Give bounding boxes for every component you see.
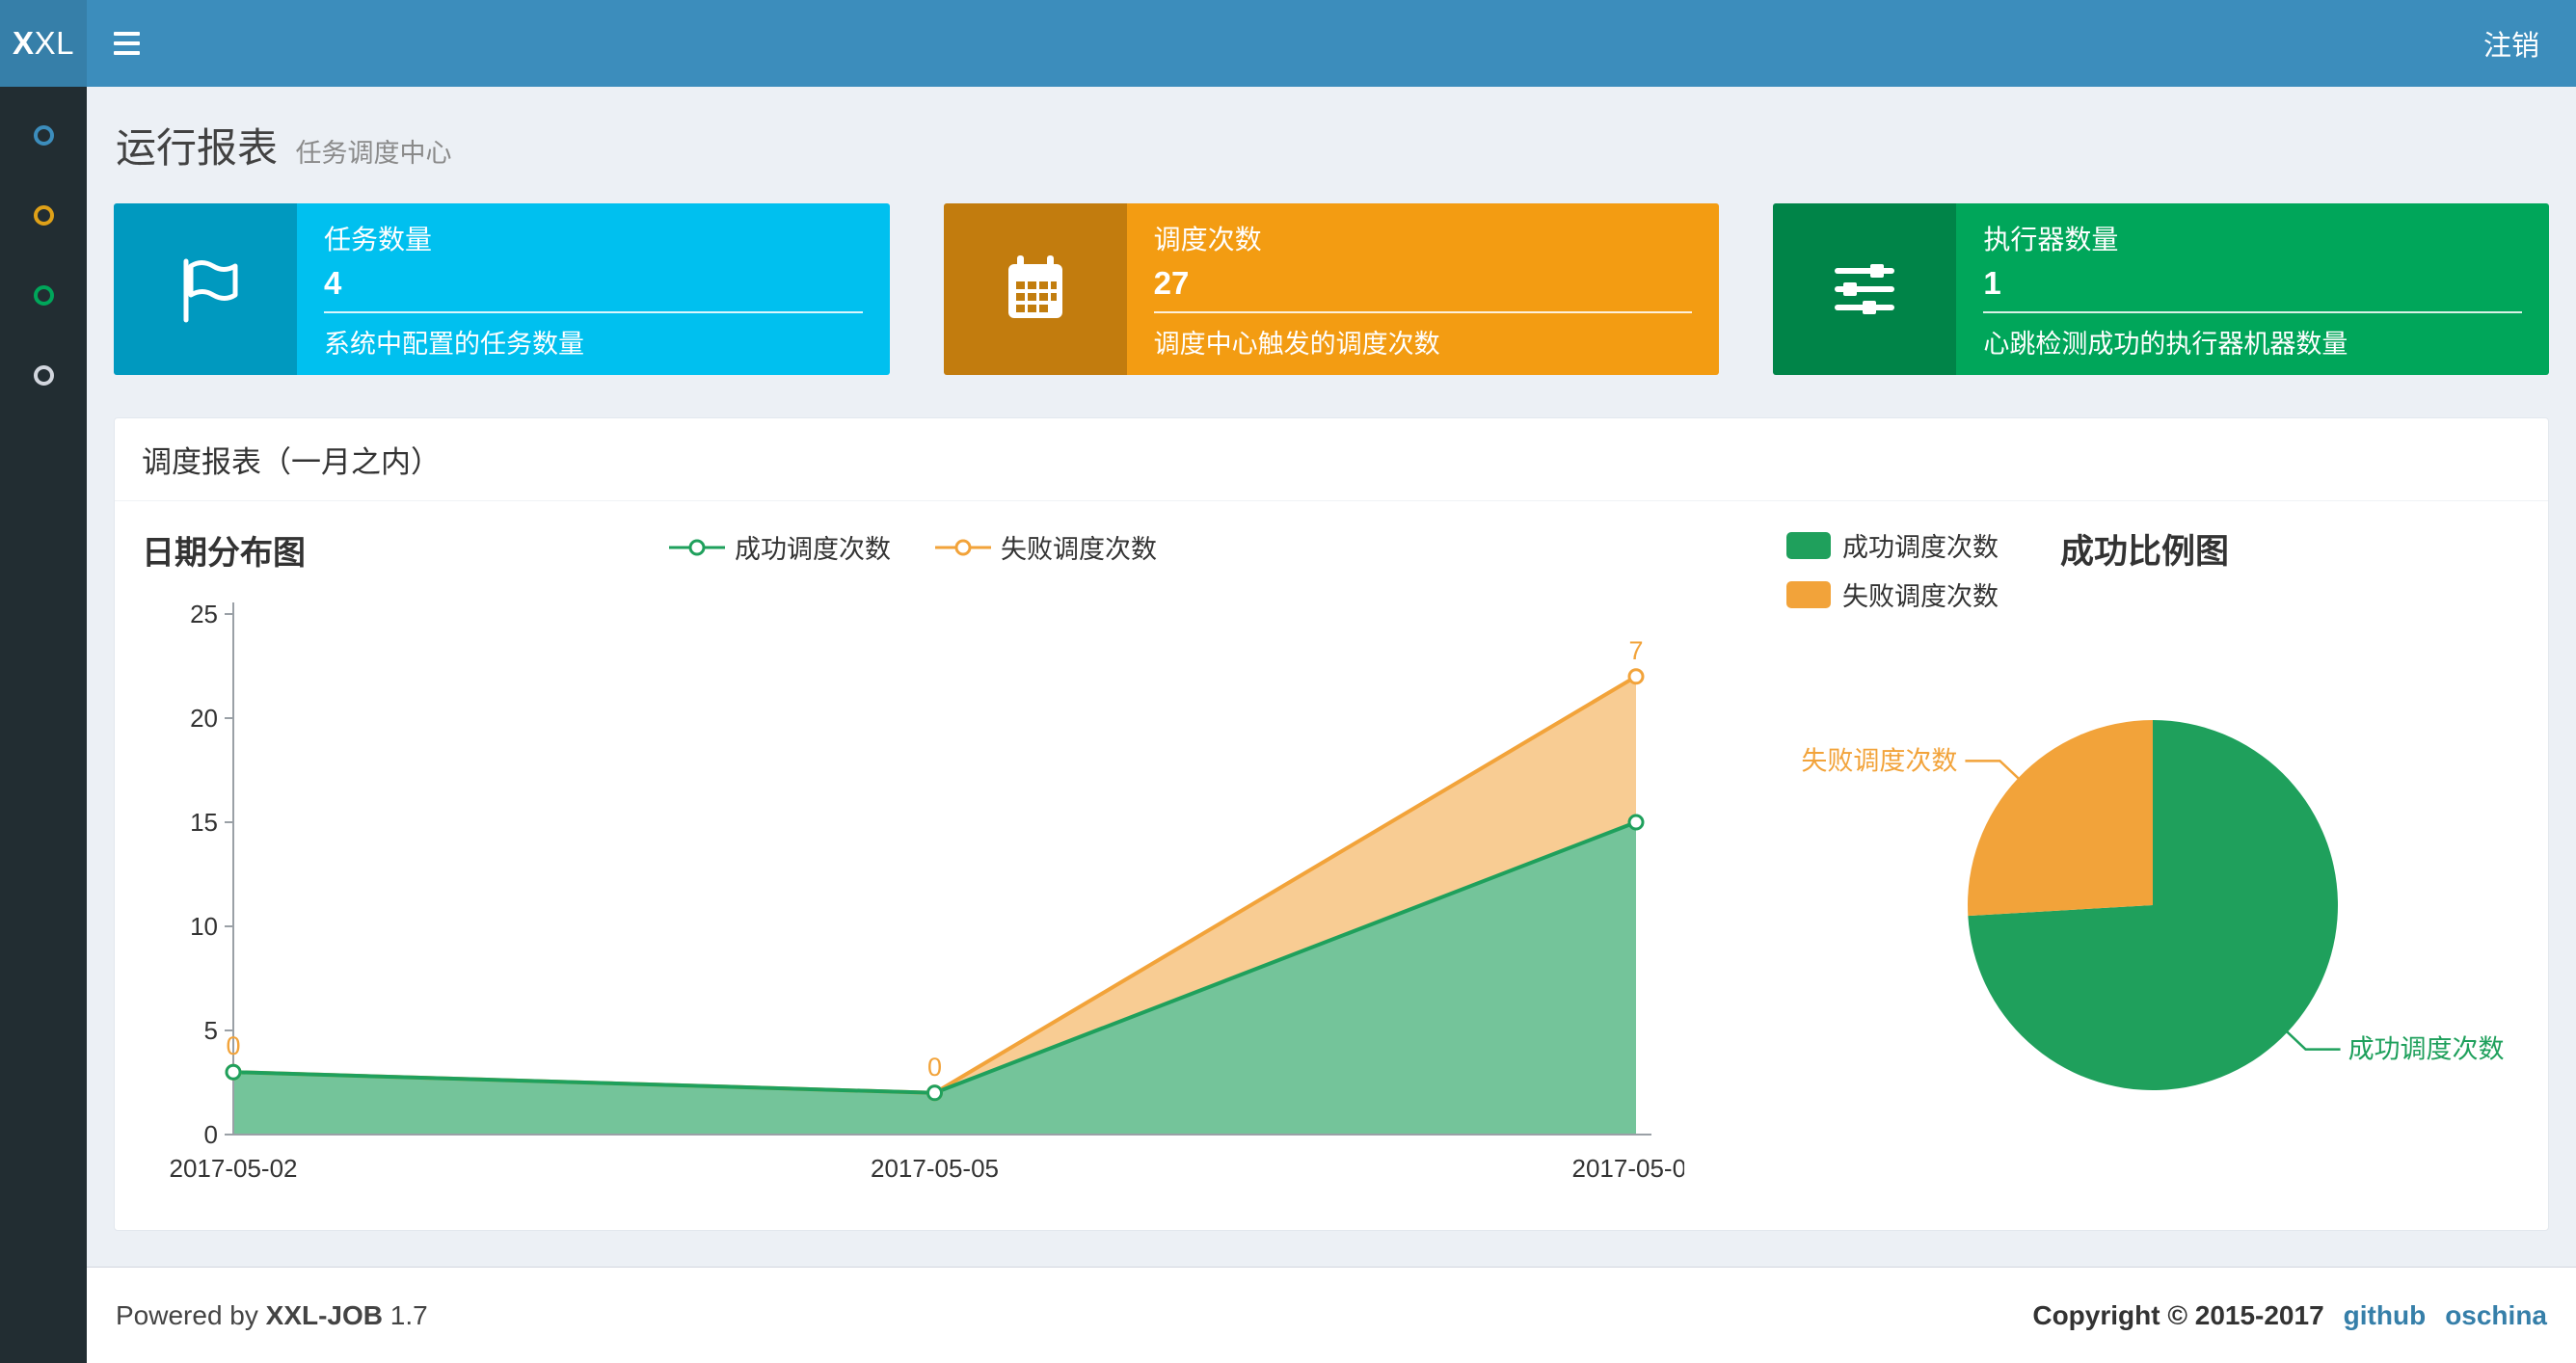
info-box-desc: 调度中心触发的调度次数	[1153, 330, 1440, 359]
page-title: 运行报表	[116, 125, 279, 171]
date-distribution-section: 日期分布图 成功调度次数 失败调度次数 0 5 10 15 20 25 2017…	[142, 526, 1742, 1195]
svg-text:2017-05-02: 2017-05-02	[170, 1154, 298, 1183]
svg-text:2017-05-05: 2017-05-05	[871, 1154, 999, 1183]
svg-text:0: 0	[226, 1031, 240, 1060]
info-box-jobs: 任务数量 4 系统中配置的任务数量	[114, 203, 890, 375]
github-link[interactable]: github	[2344, 1300, 2427, 1331]
main-area: 运行报表 任务调度中心 任务数量 4 系统中配置的任务数量 调度次数 27 调度…	[87, 87, 2576, 1363]
powered-by-text: Powered by XXL-JOB 1.7	[116, 1299, 428, 1330]
oschina-link[interactable]: oschina	[2445, 1300, 2547, 1331]
line-marker-icon	[935, 539, 991, 555]
logo-rest-part: XL	[34, 25, 74, 61]
sidebar-item-1[interactable]	[33, 125, 54, 146]
success-ratio-pie-chart: 成功调度次数 失败调度次数	[1801, 720, 2505, 1090]
hamburger-icon[interactable]	[87, 0, 166, 87]
legend-item-fail[interactable]: 失败调度次数	[935, 528, 1157, 566]
legend-swatch	[1786, 580, 1831, 608]
pie-chart-title: 成功比例图	[2060, 533, 2230, 571]
sidebar-item-2[interactable]	[33, 205, 54, 226]
navbar-spacer	[166, 0, 2447, 87]
legend-item-success[interactable]: 成功调度次数	[669, 528, 891, 566]
sliders-icon	[1773, 203, 1957, 375]
pie-legend: 成功调度次数 失败调度次数	[1786, 526, 1999, 613]
divider	[1153, 311, 1693, 313]
footer: Powered by XXL-JOB 1.7 Copyright © 2015-…	[87, 1267, 2576, 1363]
logo-bold-part: X	[13, 25, 35, 61]
svg-text:0: 0	[204, 1120, 218, 1149]
svg-text:成功调度次数: 成功调度次数	[2348, 1035, 2505, 1064]
app-logo[interactable]: X XL	[0, 0, 87, 87]
panel-body: 日期分布图 成功调度次数 失败调度次数 0 5 10 15 20 25 2017…	[115, 501, 2548, 1230]
svg-text:10: 10	[190, 912, 218, 941]
info-box-body: 调度次数 27 调度中心触发的调度次数	[1127, 203, 1720, 375]
success-ratio-section: 成功调度次数 失败调度次数 成功比例图 成功调度次数 失败调度次数	[1742, 526, 2519, 1195]
pie-legend-item-success[interactable]: 成功调度次数	[1786, 526, 1999, 564]
content-area: 运行报表 任务调度中心 任务数量 4 系统中配置的任务数量 调度次数 27 调度…	[87, 87, 2576, 1267]
info-box-label: 任务数量	[324, 225, 433, 254]
line-chart-legend: 成功调度次数 失败调度次数	[142, 528, 1684, 566]
calendar-icon	[943, 203, 1127, 375]
flag-icon	[114, 203, 297, 375]
svg-text:7: 7	[1628, 636, 1643, 665]
legend-label: 成功调度次数	[735, 535, 891, 564]
info-box-value: 1	[1983, 265, 2001, 301]
info-box-triggers: 调度次数 27 调度中心触发的调度次数	[943, 203, 1720, 375]
svg-text:20: 20	[190, 704, 218, 733]
divider	[324, 311, 863, 313]
sidebar-item-4[interactable]	[33, 365, 54, 386]
page-subtitle: 任务调度中心	[295, 139, 452, 168]
page-header: 运行报表 任务调度中心	[114, 104, 2549, 174]
legend-label: 成功调度次数	[1842, 533, 1999, 562]
legend-label: 失败调度次数	[1842, 582, 1999, 611]
svg-text:15: 15	[190, 808, 218, 837]
footer-right: Copyright © 2015-2017 github oschina	[2032, 1300, 2547, 1331]
svg-text:失败调度次数: 失败调度次数	[1801, 746, 1957, 775]
top-navbar: X XL 注销	[0, 0, 2576, 87]
svg-text:25: 25	[190, 600, 218, 628]
date-distribution-chart: 05101520252017-05-022017-05-052017-05-08…	[170, 600, 1701, 1183]
info-box-body: 执行器数量 1 心跳检测成功的执行器机器数量	[1956, 203, 2549, 375]
panel-title: 调度报表（一月之内）	[115, 418, 2548, 501]
sidebar-item-3[interactable]	[33, 285, 54, 306]
divider	[1983, 311, 2523, 313]
pie-legend-item-fail[interactable]: 失败调度次数	[1786, 575, 1999, 613]
copyright-text: Copyright © 2015-2017	[2032, 1299, 2324, 1330]
logout-button[interactable]: 注销	[2447, 0, 2576, 87]
line-marker-icon	[669, 539, 725, 555]
info-box-executors: 执行器数量 1 心跳检测成功的执行器机器数量	[1773, 203, 2550, 375]
sidebar	[0, 87, 87, 1363]
svg-text:5: 5	[204, 1016, 218, 1045]
info-box-label: 执行器数量	[1983, 225, 2119, 254]
version-text: 1.7	[389, 1299, 428, 1330]
info-box-body: 任务数量 4 系统中配置的任务数量	[297, 203, 890, 375]
pie-header: 成功调度次数 失败调度次数 成功比例图	[1786, 526, 2519, 613]
product-name: XXL-JOB	[265, 1299, 384, 1330]
info-box-value: 4	[324, 265, 342, 301]
legend-label: 失败调度次数	[1001, 535, 1157, 564]
info-box-row: 任务数量 4 系统中配置的任务数量 调度次数 27 调度中心触发的调度次数 执行…	[114, 203, 2550, 375]
schedule-report-panel: 调度报表（一月之内） 日期分布图 成功调度次数 失败调度次数 0 5 10 15…	[114, 417, 2549, 1231]
info-box-label: 调度次数	[1153, 225, 1262, 254]
info-box-value: 27	[1153, 265, 1190, 301]
info-box-desc: 心跳检测成功的执行器机器数量	[1983, 330, 2348, 359]
info-box-desc: 系统中配置的任务数量	[324, 330, 584, 359]
legend-swatch	[1786, 531, 1831, 559]
svg-text:0: 0	[927, 1053, 942, 1082]
svg-text:2017-05-08: 2017-05-08	[1572, 1154, 1685, 1183]
